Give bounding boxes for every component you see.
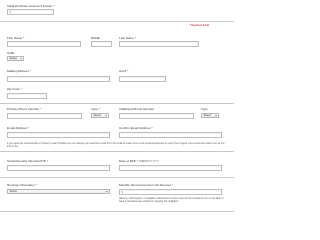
dob-format-hint: MM/DD/YYYY <box>139 159 159 163</box>
first-name-label: First Name * <box>7 36 24 40</box>
required-asterisk: * <box>134 36 137 40</box>
last-name-label-text: Last Name <box>119 36 134 40</box>
section-divider <box>0 151 234 152</box>
zip-code-label: Zip Code * <box>7 87 22 91</box>
required-asterisk: * <box>40 107 42 111</box>
middle-name-input[interactable] <box>91 41 112 47</box>
required-asterisk: * <box>20 87 22 91</box>
apt-input[interactable] <box>119 76 166 82</box>
housing-label-text: Housing Information <box>7 183 35 187</box>
mailing-address-label-text: Mailing Address <box>7 69 29 73</box>
required-asterisk: * <box>98 107 100 111</box>
phone-type-select-value: Select <box>93 114 101 117</box>
ssn-label: Social Security Number/ITIN * <box>7 159 48 163</box>
last-name-label: Last Name * <box>119 36 136 40</box>
chevron-down-icon <box>215 115 217 117</box>
income-disclaimer: Alimony, child support, or separate main… <box>119 197 224 203</box>
required-legend-text: * Required Field <box>189 23 210 27</box>
chevron-down-icon <box>105 115 107 117</box>
dob-label-text: Date of Birth <box>119 159 137 163</box>
required-asterisk: * <box>29 69 31 73</box>
suffix-label: Suffix <box>7 51 15 55</box>
zip-code-input[interactable] <box>7 93 47 99</box>
section-divider <box>0 211 234 212</box>
required-asterisk: * <box>46 159 49 163</box>
phone-type-label-text: Type <box>91 107 98 111</box>
chevron-down-icon <box>106 191 108 193</box>
email-input[interactable] <box>7 132 110 138</box>
confirm-email-input[interactable] <box>119 132 222 138</box>
housing-select[interactable]: Select <box>7 189 110 194</box>
chevron-down-icon <box>20 58 22 60</box>
required-asterisk: * <box>171 183 174 187</box>
dollar-prefix: $ <box>121 190 124 194</box>
section-divider <box>0 103 234 104</box>
dob-input[interactable] <box>119 165 222 171</box>
dob-label: Date of Birth * MM/DD/YYYY <box>119 159 159 163</box>
confirm-email-label-text: Confirm Email Address <box>119 126 151 130</box>
monthly-income-label-text: Monthly Net Income From All Sources <box>119 183 171 187</box>
mailing-address-label: Mailing Address * <box>7 69 31 73</box>
initial-purchase-label: Initial Purchase Amount if Known * <box>7 4 54 8</box>
primary-phone-input[interactable] <box>7 113 82 119</box>
dollar-prefix: $ <box>9 10 12 14</box>
ssn-label-text: Social Security Number/ITIN <box>7 159 47 163</box>
housing-select-value: Select <box>9 190 17 193</box>
initial-purchase-label-text: Initial Purchase Amount if Known <box>7 4 53 8</box>
mailing-address-input[interactable] <box>7 76 110 82</box>
required-asterisk: * <box>23 36 25 40</box>
zip-code-label-text: Zip Code <box>7 87 20 91</box>
phone-type-label: Type * <box>91 107 100 111</box>
housing-label: Housing Information * <box>7 183 37 187</box>
required-asterisk: * <box>35 183 37 187</box>
last-name-input[interactable] <box>119 41 199 47</box>
email-label: Email Address * <box>7 126 29 130</box>
section-divider <box>0 21 234 22</box>
required-field-legend: * Required Field <box>189 23 209 27</box>
initial-purchase-input[interactable]: $ <box>7 9 54 15</box>
section-divider <box>0 177 234 178</box>
monthly-income-input[interactable]: $ <box>119 189 222 195</box>
additional-phone-type-label: Type <box>201 107 208 111</box>
confirm-email-label: Confirm Email Address * <box>119 126 153 130</box>
email-disclaimer: If you opted the electronically to Sydne… <box>7 142 225 148</box>
additional-phone-type-select[interactable]: Select <box>201 113 219 118</box>
suffix-select-value: Select <box>9 57 17 60</box>
required-asterisk: * <box>127 69 129 73</box>
phone-type-select[interactable]: Select <box>91 113 109 118</box>
apt-label: Apt # * <box>119 69 128 73</box>
middle-name-label: Middle <box>91 36 101 40</box>
first-name-label-text: First Name <box>7 36 23 40</box>
additional-phone-label: Additional Phone Number <box>119 107 155 111</box>
monthly-income-label: Monthly Net Income From All Sources * <box>119 183 173 187</box>
additional-phone-input[interactable] <box>119 113 194 119</box>
ssn-input[interactable] <box>7 165 110 171</box>
primary-phone-label-text: Primary Phone Number <box>7 107 40 111</box>
first-name-input[interactable] <box>7 41 81 47</box>
required-asterisk: * <box>151 126 153 130</box>
suffix-select[interactable]: Select <box>7 56 24 61</box>
required-asterisk: * <box>53 4 55 8</box>
apt-label-text: Apt # <box>119 69 127 73</box>
primary-phone-label: Primary Phone Number * <box>7 107 41 111</box>
email-label-text: Email Address <box>7 126 27 130</box>
additional-phone-type-select-value: Select <box>203 114 211 117</box>
required-asterisk: * <box>27 126 29 130</box>
